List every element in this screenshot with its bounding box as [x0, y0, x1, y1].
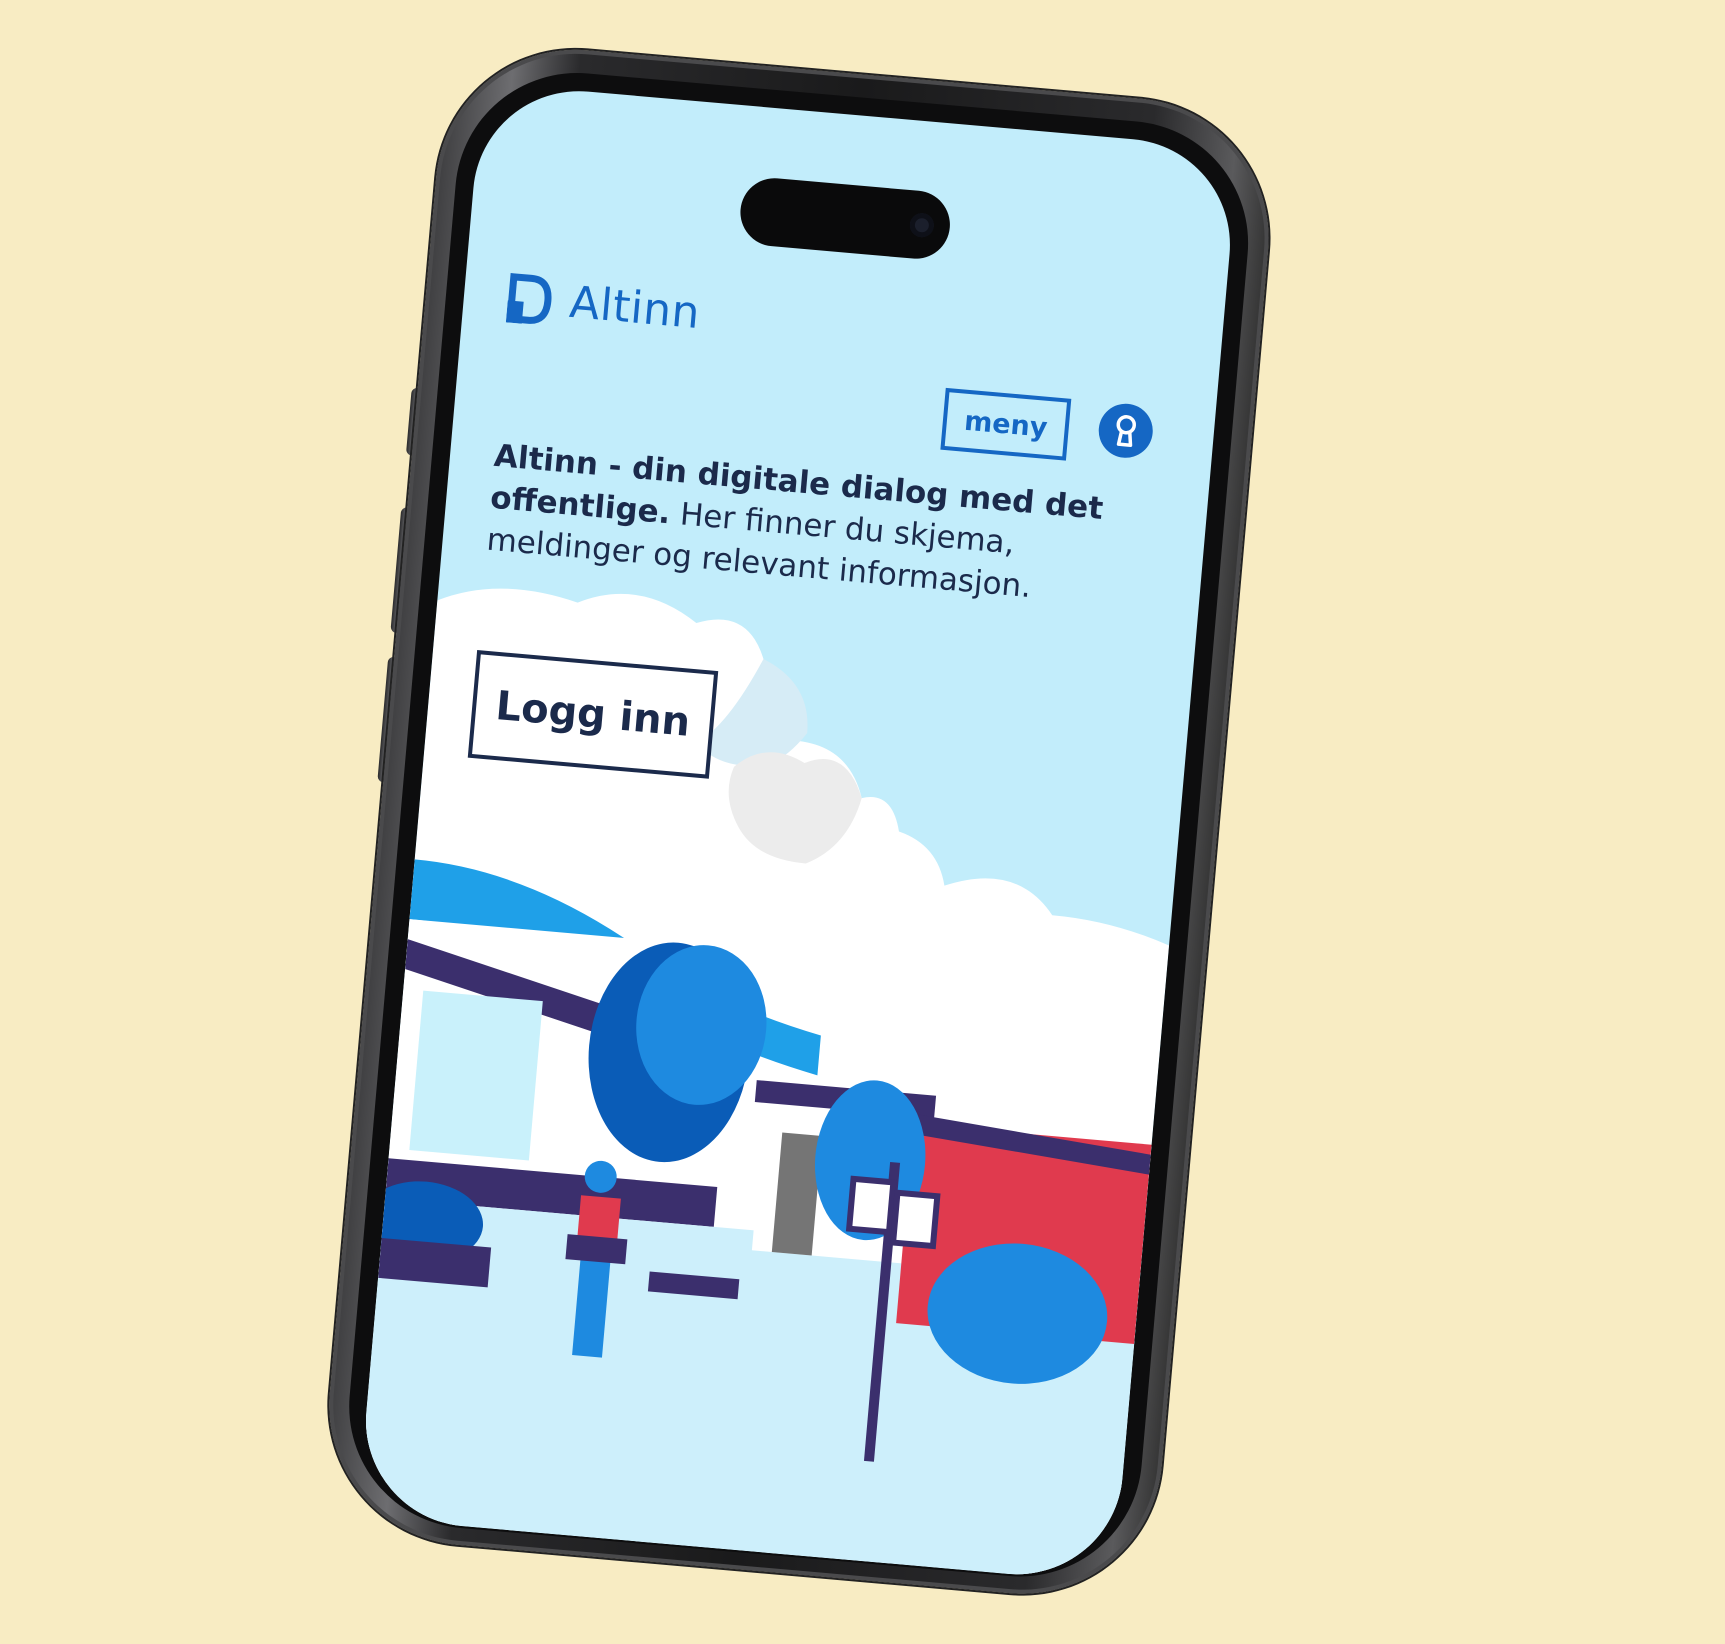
- login-button[interactable]: Logg inn: [467, 650, 719, 779]
- altinn-logo[interactable]: Altinn: [505, 272, 703, 340]
- menu-button[interactable]: meny: [940, 387, 1072, 461]
- person-crate: [565, 1234, 628, 1265]
- altinn-logo-icon: [505, 272, 552, 324]
- brand-name: Altinn: [567, 276, 703, 340]
- lamp-left: [845, 1175, 897, 1236]
- lamp-right: [889, 1189, 941, 1250]
- phone-screen: Altinn meny Altinn - din digitale dialog…: [357, 82, 1239, 1584]
- front-camera: [908, 212, 935, 239]
- dynamic-island: [737, 175, 953, 262]
- window-light: [409, 990, 543, 1161]
- login-icon-button[interactable]: [1096, 401, 1155, 461]
- keyhole-icon: [1116, 415, 1137, 447]
- phone-mockup: Altinn meny Altinn - din digitale dialog…: [0, 0, 1718, 1606]
